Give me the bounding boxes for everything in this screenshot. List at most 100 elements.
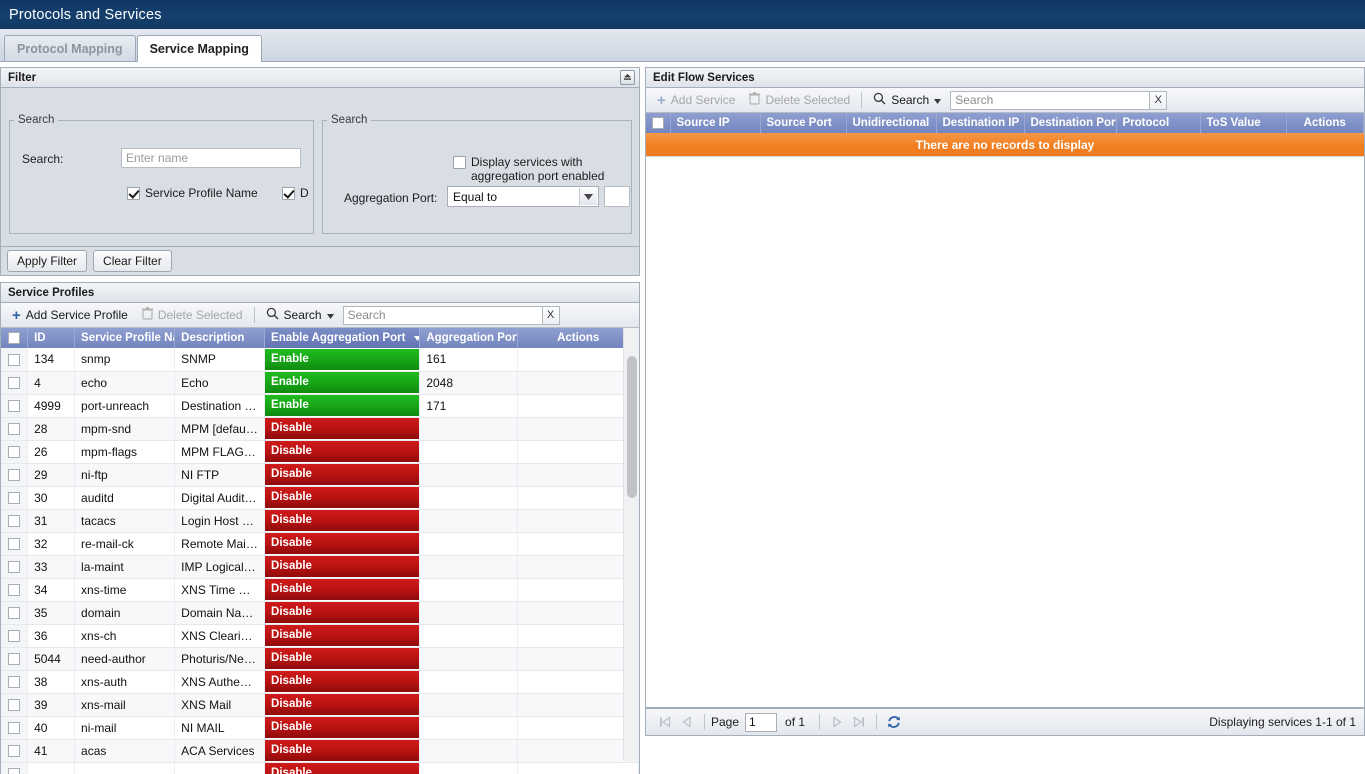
table-row[interactable]: 31 tacacs Login Host Pro... Disable (1, 509, 639, 533)
clear-search-button[interactable]: X (1150, 90, 1168, 110)
row-checkbox[interactable] (8, 607, 21, 620)
row-enable-aggregation-port-cell[interactable]: Disable (264, 578, 421, 602)
column-header-id[interactable]: ID (27, 328, 76, 348)
row-enable-aggregation-port-cell[interactable]: Disable (264, 601, 421, 625)
row-actions-cell[interactable] (517, 670, 639, 694)
row-select-cell[interactable] (1, 601, 29, 625)
row-enable-aggregation-port-cell[interactable]: Disable (264, 486, 421, 510)
row-enable-aggregation-port-cell[interactable]: Disable (264, 693, 421, 717)
row-enable-aggregation-port-cell[interactable]: Disable (264, 440, 421, 464)
search-menu-button[interactable]: Search (259, 305, 341, 326)
row-select-cell[interactable] (1, 417, 29, 441)
row-checkbox[interactable] (8, 538, 21, 551)
row-actions-cell[interactable] (517, 601, 639, 625)
column-header-source-ip[interactable]: Source IP (670, 113, 761, 133)
table-row[interactable]: 41 acas ACA Services Disable (1, 739, 639, 763)
row-select-cell[interactable] (1, 532, 29, 556)
row-actions-cell[interactable] (517, 440, 639, 464)
row-actions-cell[interactable] (517, 739, 639, 763)
row-actions-cell[interactable] (517, 394, 639, 418)
clear-filter-button[interactable]: Clear Filter (93, 250, 172, 272)
aggregation-port-value-input[interactable] (604, 186, 630, 207)
row-enable-aggregation-port-cell[interactable]: Disable (264, 417, 421, 441)
column-header-actions[interactable]: Actions (517, 328, 639, 348)
row-select-cell[interactable] (1, 348, 29, 372)
row-actions-cell[interactable] (517, 762, 639, 774)
select-all-checkbox[interactable] (8, 331, 21, 344)
row-select-cell[interactable] (1, 578, 29, 602)
delete-selected-button[interactable]: Delete Selected (135, 305, 250, 326)
row-enable-aggregation-port-cell[interactable]: Enable (264, 394, 421, 418)
row-select-cell[interactable] (1, 739, 29, 763)
row-enable-aggregation-port-cell[interactable]: Disable (264, 739, 421, 763)
column-header-tos-value[interactable]: ToS Value (1200, 113, 1287, 133)
refresh-icon[interactable] (883, 712, 905, 732)
service-profile-name-checkbox[interactable]: Service Profile Name (127, 186, 258, 200)
row-select-cell[interactable] (1, 463, 29, 487)
row-checkbox[interactable] (8, 699, 21, 712)
column-header-enable-aggregation-port[interactable]: Enable Aggregation Port (264, 328, 421, 348)
add-service-profile-button[interactable]: + Add Service Profile (5, 305, 135, 326)
row-actions-cell[interactable] (517, 509, 639, 533)
column-header-source-port[interactable]: Source Port (760, 113, 847, 133)
service-profiles-search-input[interactable] (342, 305, 543, 325)
row-checkbox[interactable] (8, 446, 21, 459)
row-enable-aggregation-port-cell[interactable]: Disable (264, 555, 421, 579)
row-enable-aggregation-port-cell[interactable]: Disable (264, 509, 421, 533)
row-checkbox[interactable] (8, 400, 21, 413)
row-select-cell[interactable] (1, 509, 29, 533)
row-actions-cell[interactable] (517, 463, 639, 487)
row-actions-cell[interactable] (517, 417, 639, 441)
display-services-aggregation-checkbox[interactable]: Display services with aggregation port e… (453, 155, 619, 183)
row-checkbox[interactable] (8, 354, 21, 367)
row-actions-cell[interactable] (517, 555, 639, 579)
row-select-cell[interactable] (1, 394, 29, 418)
table-row[interactable]: 35 domain Domain Name ... Disable (1, 601, 639, 625)
next-page-icon[interactable] (826, 712, 848, 732)
row-checkbox[interactable] (8, 768, 21, 774)
service-profiles-scrollbar[interactable] (623, 328, 639, 761)
row-enable-aggregation-port-cell[interactable]: Disable (264, 762, 421, 774)
row-checkbox[interactable] (8, 630, 21, 643)
row-checkbox[interactable] (8, 676, 21, 689)
table-row[interactable]: 34 xns-time XNS Time Prot... Disable (1, 578, 639, 602)
column-header-unidirectional[interactable]: Unidirectional (846, 113, 937, 133)
table-row[interactable]: 39 xns-mail XNS Mail Disable (1, 693, 639, 717)
row-checkbox[interactable] (8, 469, 21, 482)
row-select-cell[interactable] (1, 371, 29, 395)
row-checkbox[interactable] (8, 515, 21, 528)
row-checkbox[interactable] (8, 492, 21, 505)
row-checkbox[interactable] (8, 745, 21, 758)
row-select-cell[interactable] (1, 716, 29, 740)
row-actions-cell[interactable] (517, 693, 639, 717)
row-checkbox[interactable] (8, 722, 21, 735)
select-all-checkbox[interactable] (652, 116, 664, 129)
row-select-cell[interactable] (1, 693, 29, 717)
row-actions-cell[interactable] (517, 371, 639, 395)
delete-selected-button[interactable]: Delete Selected (742, 90, 857, 111)
description-checkbox[interactable]: D (282, 186, 309, 200)
column-header-service-profile-name[interactable]: Service Profile Nam (74, 328, 176, 348)
table-row[interactable]: 33 la-maint IMP Logical Ad... Disable (1, 555, 639, 579)
row-checkbox[interactable] (8, 561, 21, 574)
row-actions-cell[interactable] (517, 647, 639, 671)
table-row[interactable]: 26mpm-flagsMPM FLAGS Pr...Disable (1, 440, 639, 464)
column-header-aggregation-port[interactable]: Aggregation Port (419, 328, 519, 348)
row-select-cell[interactable] (1, 440, 29, 464)
tab-protocol-mapping[interactable]: Protocol Mapping (4, 35, 136, 61)
table-row[interactable]: 134 snmp SNMP Enable 161 (1, 348, 639, 372)
row-enable-aggregation-port-cell[interactable]: Disable (264, 624, 421, 648)
apply-filter-button[interactable]: Apply Filter (7, 250, 88, 272)
row-select-cell[interactable] (1, 555, 29, 579)
table-row[interactable]: 29 ni-ftp NI FTP Disable (1, 463, 639, 487)
row-enable-aggregation-port-cell[interactable]: Disable (264, 670, 421, 694)
row-select-cell[interactable] (1, 762, 29, 774)
row-checkbox[interactable] (8, 377, 21, 390)
search-menu-button[interactable]: Search (866, 90, 948, 111)
clear-search-button[interactable]: X (542, 305, 560, 325)
search-input[interactable] (121, 148, 301, 168)
column-header-protocol[interactable]: Protocol (1116, 113, 1201, 133)
row-enable-aggregation-port-cell[interactable]: Disable (264, 716, 421, 740)
table-row[interactable]: 28 mpm-snd MPM [default s... Disable (1, 417, 639, 441)
table-row[interactable]: Disable (1, 762, 639, 774)
